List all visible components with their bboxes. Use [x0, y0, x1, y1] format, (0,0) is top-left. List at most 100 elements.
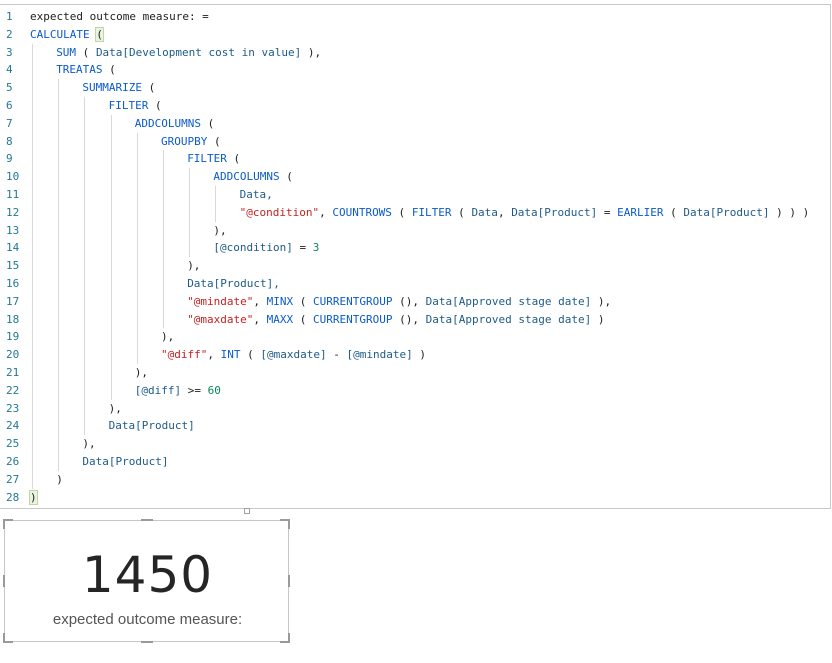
code-line[interactable]: 4 TREATAS ( [0, 61, 830, 79]
code-token: ( [293, 294, 314, 308]
code-line[interactable]: 28) [0, 489, 830, 507]
dax-function: SUM [56, 45, 77, 59]
code-line[interactable]: 6 FILTER ( [0, 97, 830, 115]
line-number: 5 [6, 81, 13, 95]
code-line[interactable]: 27) [0, 471, 830, 489]
code-line[interactable]: 15), [0, 257, 830, 275]
code-text: ), [161, 328, 174, 346]
code-token: (), [392, 312, 426, 326]
code-token: ( [102, 63, 116, 77]
code-line[interactable]: 5 SUMMARIZE ( [0, 79, 830, 97]
dax-function: FILTER [187, 152, 227, 166]
code-line[interactable]: 13), [0, 222, 830, 240]
column-reference: [@condition] [213, 241, 293, 255]
code-line[interactable]: 12 "@condition", COUNTROWS ( FILTER ( Dat… [0, 204, 830, 222]
code-token: ( [279, 170, 293, 184]
code-text: ), [187, 257, 200, 275]
code-token: ) [56, 472, 63, 486]
dax-function: FILTER [411, 205, 452, 219]
column-reference: Data[Product] [683, 205, 770, 219]
code-line[interactable]: 26 Data[Product] [0, 453, 830, 471]
line-number: 12 [6, 205, 20, 219]
code-line[interactable]: 11 Data, [0, 186, 830, 204]
code-line[interactable]: 17 "@mindate", MINX ( CURRENTGROUP (), Da… [0, 293, 830, 311]
code-token: ( [142, 81, 156, 95]
dax-function: GROUPBY [161, 134, 208, 148]
string-literal: "@condition" [239, 205, 320, 219]
code-token: ( [148, 99, 162, 112]
indent-guide [32, 43, 33, 489]
resize-corner-bottom-left[interactable] [3, 633, 13, 643]
line-number: 24 [6, 419, 20, 433]
code-line[interactable]: 1 expected outcome measure: = [0, 8, 830, 26]
column-reference: Data[Approved stage date] [425, 294, 592, 308]
line-number: 15 [6, 259, 20, 273]
code-line[interactable]: 25), [0, 435, 830, 453]
column-reference: Data[Product] [511, 205, 598, 219]
code-line[interactable]: 10 ADDCOLUMNS ( [0, 168, 830, 186]
code-text: "@mindate", MINX ( CURRENTGROUP (), Data… [187, 293, 611, 311]
code-token: ( [76, 45, 96, 59]
resize-corner-bottom-right[interactable] [280, 633, 290, 643]
line-number: 4 [6, 63, 13, 77]
code-token: expected outcome measure: = [30, 10, 209, 23]
code-line[interactable]: 14 [@condition] = 3 [0, 239, 830, 257]
code-token: ) [412, 348, 426, 362]
resize-corner-top-right[interactable] [280, 519, 290, 529]
code-line[interactable]: 24 Data[Product] [0, 417, 830, 435]
code-token: ), [82, 437, 96, 451]
code-token: ), [134, 366, 149, 379]
code-line[interactable]: 23), [0, 400, 830, 418]
code-text: Data[Product] [82, 453, 168, 471]
dax-function: SUMMARIZE [82, 81, 142, 95]
column-reference: [@diff] [134, 383, 182, 397]
code-line[interactable]: 18 "@maxdate", MAXX ( CURRENTGROUP (), Da… [0, 311, 830, 329]
line-number: 26 [6, 455, 20, 468]
indent-guide [110, 114, 112, 400]
line-number: 27 [6, 472, 20, 486]
code-line[interactable]: 8 GROUPBY ( [0, 133, 830, 151]
code-line[interactable]: 21), [0, 364, 830, 382]
line-number: 11 [6, 188, 20, 201]
line-number: 6 [6, 99, 13, 112]
card-visual[interactable]: 1450 expected outcome measure: [3, 519, 290, 643]
column-reference: Data[Product] [108, 419, 195, 433]
code-line[interactable]: 9 FILTER ( [0, 150, 830, 168]
column-reference: Data[Approved stage date] [425, 312, 592, 326]
line-number: 2 [6, 27, 13, 41]
code-token: ), [301, 45, 322, 59]
code-text: ), [109, 400, 122, 418]
indent-guide [189, 168, 191, 258]
resize-corner-top-left[interactable] [3, 519, 13, 529]
code-text: ), [213, 222, 226, 240]
line-number: 7 [6, 116, 13, 130]
indent-guide [215, 186, 217, 222]
code-line[interactable]: 16 Data[Product], [0, 275, 830, 293]
resize-handle-top[interactable] [141, 519, 153, 521]
line-number: 28 [6, 490, 20, 504]
code-line[interactable]: 3 SUM ( Data[Development cost in value] )… [0, 44, 830, 62]
code-line[interactable]: 19), [0, 328, 830, 346]
code-text: Data, [240, 186, 273, 204]
dax-function: ADDCOLUMNS [134, 116, 202, 130]
code-token: ), [161, 330, 175, 344]
code-line[interactable]: 2 CALCULATE ( [0, 26, 830, 44]
column-reference: Data, [239, 188, 273, 201]
line-number: 3 [6, 45, 13, 59]
number-literal: 60 [207, 383, 221, 397]
indent-guide [136, 132, 138, 364]
code-text: expected outcome measure: = [30, 8, 209, 26]
card-label: expected outcome measure: [52, 611, 243, 628]
dax-function: INT [220, 348, 241, 362]
dax-function: CURRENTGROUP [313, 294, 393, 308]
dax-formula-editor[interactable]: 1 expected outcome measure: = 2 CALCULATE (… [0, 4, 831, 509]
resize-handle-bottom[interactable] [141, 641, 153, 643]
code-line[interactable]: 22 [@diff] >= 60 [0, 382, 830, 400]
code-line[interactable]: 20 "@diff", INT ( [@maxdate] - [@mindate]… [0, 346, 830, 364]
indent-guide [163, 150, 164, 329]
code-line[interactable]: 7 ADDCOLUMNS ( [0, 115, 830, 133]
dax-function: ADDCOLUMNS [213, 170, 280, 184]
line-number: 8 [6, 134, 13, 148]
code-text: [@diff] >= 60 [135, 382, 221, 400]
editor-resize-handle[interactable] [244, 508, 250, 514]
